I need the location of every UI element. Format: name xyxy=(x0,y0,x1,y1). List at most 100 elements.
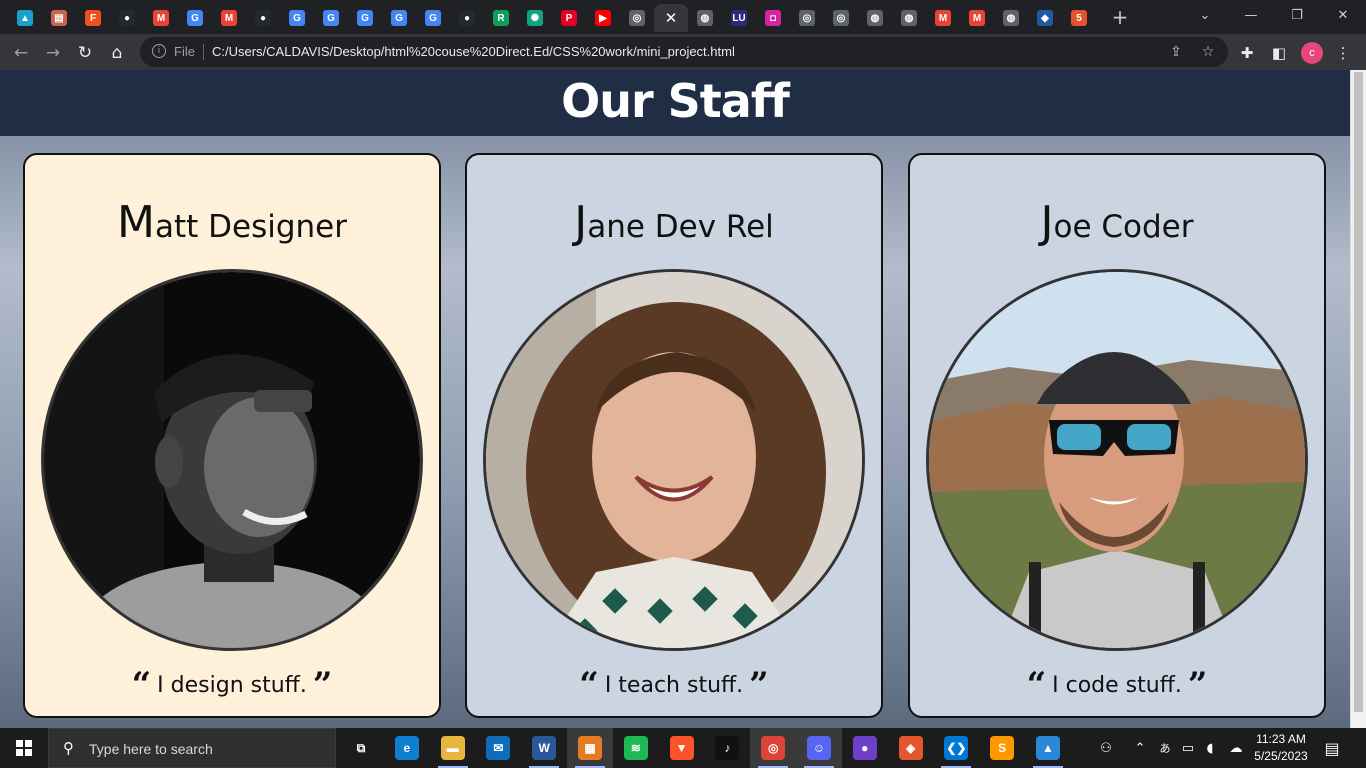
taskbar-app[interactable]: ♪ xyxy=(704,728,750,768)
bookmark-star-icon[interactable]: ☆ xyxy=(1198,42,1218,62)
browser-tab[interactable]: M xyxy=(212,4,246,32)
browser-tab[interactable]: ✺ xyxy=(518,4,552,32)
browser-tab[interactable]: ◍ xyxy=(688,4,722,32)
address-bar[interactable]: i File C:/Users/CALDAVIS/Desktop/html%20… xyxy=(140,37,1228,67)
edge-icon: e xyxy=(394,736,419,760)
system-clock[interactable]: 11:23 AM 5/25/2023 xyxy=(1248,731,1314,765)
mail-icon: ✉ xyxy=(486,736,511,760)
store-icon: ▦ xyxy=(578,736,602,760)
people-icon[interactable]: ⚇ xyxy=(1094,728,1118,768)
browser-tab[interactable]: ◍ xyxy=(892,4,926,32)
open-quote-mark: “ xyxy=(1026,665,1047,705)
taskbar-app[interactable]: ▬ xyxy=(430,728,476,768)
scrollbar-thumb[interactable] xyxy=(1354,72,1363,712)
taskbar-search-box[interactable]: ⚲ Type here to search xyxy=(48,728,336,768)
start-button[interactable] xyxy=(0,728,48,768)
browser-tab[interactable]: G xyxy=(314,4,348,32)
browser-tab[interactable]: ● xyxy=(110,4,144,32)
browser-tab[interactable]: 5 xyxy=(1062,4,1096,32)
taskbar-app[interactable]: ≋ xyxy=(613,728,659,768)
browser-tab[interactable]: ◎ xyxy=(790,4,824,32)
browser-tab[interactable]: G xyxy=(178,4,212,32)
side-panel-icon[interactable]: ◧ xyxy=(1266,40,1292,66)
close-window-button[interactable]: ✕ xyxy=(1320,0,1366,30)
browser-tab[interactable]: M xyxy=(960,4,994,32)
menu-kebab-icon[interactable]: ⋮ xyxy=(1330,40,1356,66)
browser-tab[interactable]: F xyxy=(76,4,110,32)
browser-tab[interactable]: ● xyxy=(450,4,484,32)
staff-quote: “I teach stuff.” xyxy=(467,665,881,705)
browser-tab[interactable]: G xyxy=(416,4,450,32)
back-button[interactable]: ← xyxy=(8,40,34,66)
browser-tab[interactable]: P xyxy=(552,4,586,32)
minimize-button[interactable]: — xyxy=(1228,0,1274,30)
browser-tab[interactable]: ◎ xyxy=(824,4,858,32)
vscode-icon: ❮❯ xyxy=(944,736,969,760)
extensions-icon[interactable]: ✚ xyxy=(1234,40,1260,66)
page-scrollbar[interactable] xyxy=(1350,70,1366,728)
browser-tab[interactable]: G xyxy=(348,4,382,32)
onedrive-icon[interactable]: ☁ xyxy=(1224,728,1248,768)
browser-tab[interactable]: ◍ xyxy=(994,4,1028,32)
taskbar-app[interactable]: ⧉ xyxy=(338,728,384,768)
browser-tab[interactable]: ✕ xyxy=(654,4,688,32)
browser-tab[interactable]: ◎ xyxy=(620,4,654,32)
browser-tab[interactable]: ▲ xyxy=(8,4,42,32)
taskbar-app[interactable]: ✉ xyxy=(475,728,521,768)
taskbar-app[interactable]: S xyxy=(979,728,1025,768)
tab-close-icon[interactable]: ✕ xyxy=(665,9,678,27)
browser-tab[interactable]: M xyxy=(926,4,960,32)
battery-icon[interactable]: ▭ xyxy=(1178,728,1198,768)
taskbar-app[interactable]: ❮❯ xyxy=(933,728,979,768)
browser-tab[interactable]: G xyxy=(382,4,416,32)
taskbar-app[interactable]: ◈ xyxy=(888,728,934,768)
taskbar-app[interactable]: ▼ xyxy=(659,728,705,768)
page-viewport: Our Staff Matt Designer “I design stuff.… xyxy=(0,70,1350,728)
staff-photo xyxy=(926,269,1308,651)
browser-tab[interactable]: ◆ xyxy=(1028,4,1062,32)
browser-tab[interactable]: LU xyxy=(722,4,756,32)
gmail-icon: M xyxy=(935,10,951,26)
home-button[interactable]: ⌂ xyxy=(104,40,130,66)
forward-button[interactable]: → xyxy=(40,40,66,66)
taskbar-app[interactable]: ◎ xyxy=(750,728,797,768)
input-method-icon[interactable]: あ xyxy=(1155,728,1175,768)
restore-button[interactable]: ❐ xyxy=(1274,0,1320,30)
browser-tab[interactable]: R xyxy=(484,4,518,32)
quote-text: I design stuff. xyxy=(157,673,307,698)
browser-tab[interactable]: M xyxy=(144,4,178,32)
taskbar-app[interactable]: W xyxy=(521,728,567,768)
tab-search-button[interactable]: ⌄ xyxy=(1182,0,1228,30)
browser-tab[interactable]: ● xyxy=(246,4,280,32)
close-quote-mark: ” xyxy=(1187,665,1208,705)
name-rest: att Designer xyxy=(154,209,347,245)
taskbar-app[interactable]: e xyxy=(384,728,430,768)
browser-tab[interactable]: ▤ xyxy=(42,4,76,32)
taskbar-app[interactable]: ▲ xyxy=(1025,728,1071,768)
taskbar-app[interactable]: ☺ xyxy=(796,728,842,768)
reload-button[interactable]: ↻ xyxy=(72,40,98,66)
staff-quote: “I design stuff.” xyxy=(25,665,439,705)
staff-name: Jane Dev Rel xyxy=(467,197,881,248)
lu-icon: LU xyxy=(731,10,747,26)
browser-tab[interactable]: ◍ xyxy=(858,4,892,32)
browser-tab[interactable]: ◘ xyxy=(756,4,790,32)
tray-chevron-icon[interactable]: ⌃ xyxy=(1130,728,1150,768)
site-info-icon[interactable]: i xyxy=(152,44,166,58)
taskbar-app[interactable]: ● xyxy=(842,728,888,768)
browser-tab[interactable]: G xyxy=(280,4,314,32)
staff-quote: “I code stuff.” xyxy=(910,665,1324,705)
new-tab-button[interactable]: + xyxy=(1108,5,1132,29)
url-text[interactable]: C:/Users/CALDAVIS/Desktop/html%20couse%2… xyxy=(212,44,735,59)
open-quote-mark: “ xyxy=(579,665,599,705)
google-icon: G xyxy=(323,10,339,26)
sublime-icon: S xyxy=(990,736,1015,760)
volume-icon[interactable]: ◖ xyxy=(1200,728,1220,768)
name-initial: J xyxy=(574,197,588,248)
browser-tab[interactable]: ▶ xyxy=(586,4,620,32)
share-icon[interactable]: ⇪ xyxy=(1166,42,1186,62)
brave-icon: ▼ xyxy=(669,736,694,760)
notification-center-icon[interactable]: ▤ xyxy=(1320,736,1344,760)
profile-avatar[interactable]: c xyxy=(1301,42,1323,64)
taskbar-app[interactable]: ▦ xyxy=(567,728,613,768)
